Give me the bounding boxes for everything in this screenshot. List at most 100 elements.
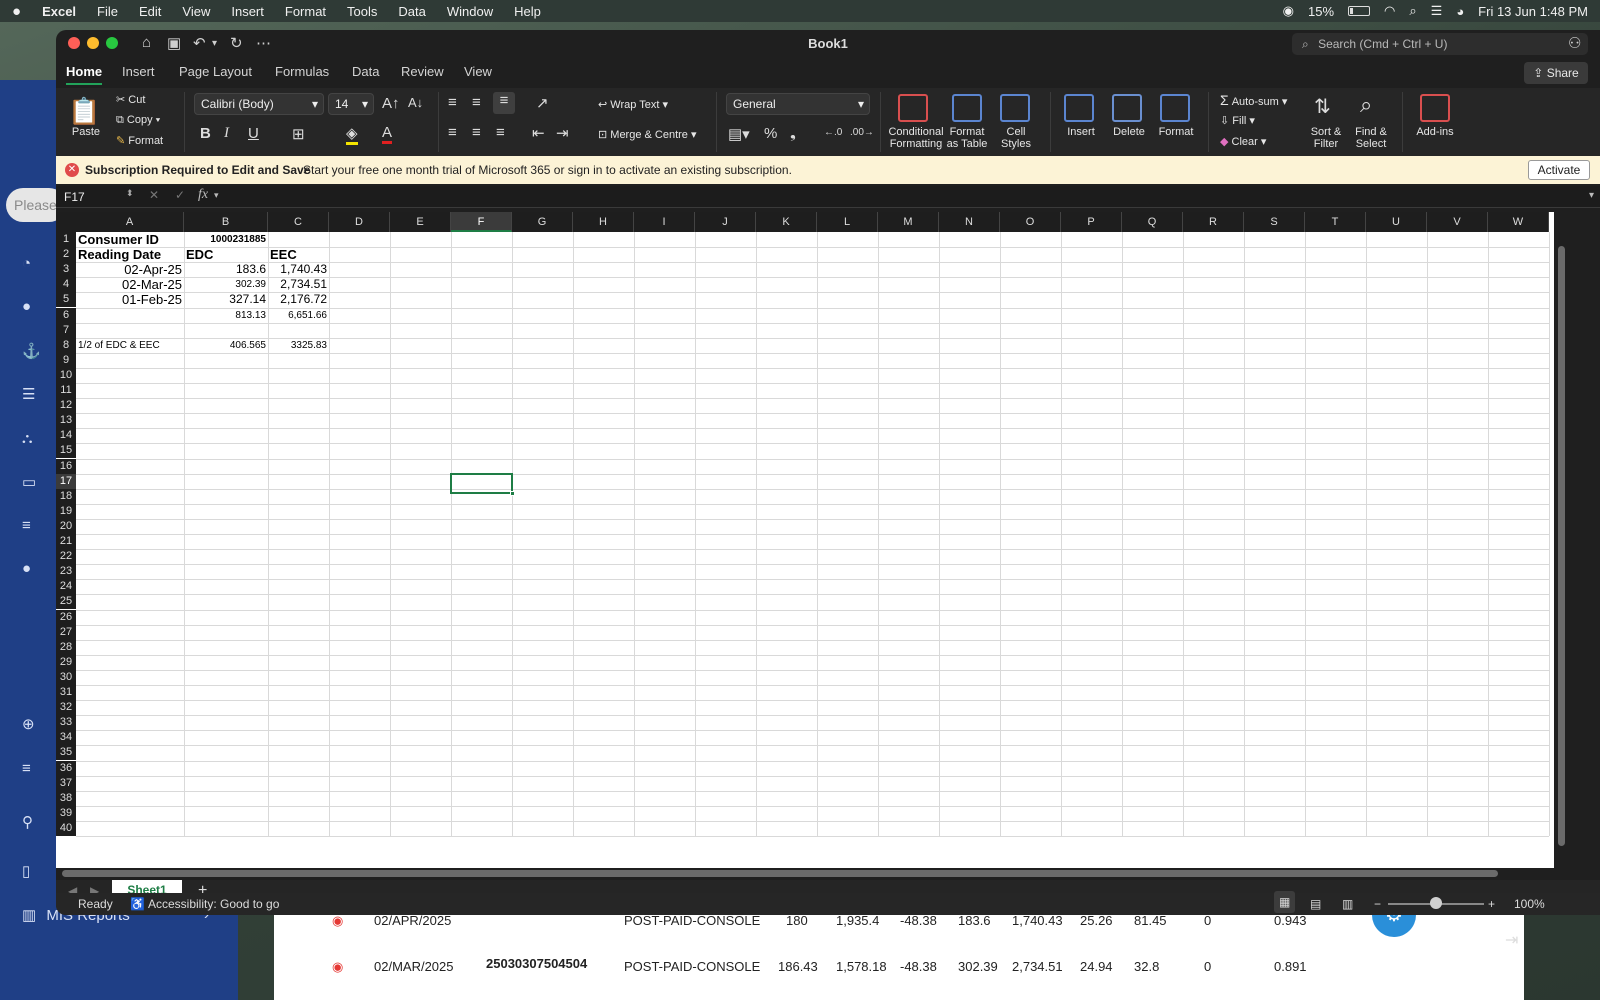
enter-icon[interactable]: ✓ xyxy=(175,188,185,202)
cell-c4[interactable]: 2,734.51 xyxy=(270,277,327,292)
horizontal-scroll-thumb[interactable] xyxy=(62,870,1498,877)
cell-c2[interactable]: EEC xyxy=(270,247,327,262)
column-header-u[interactable]: U xyxy=(1366,212,1427,232)
apple-icon[interactable]: ● xyxy=(12,3,21,20)
play-icon[interactable]: ◉ xyxy=(1283,3,1294,19)
find-select-button[interactable]: Find & Select xyxy=(1350,126,1392,150)
bold-button[interactable]: B xyxy=(200,125,211,142)
close-message-icon[interactable]: ✕ xyxy=(65,163,79,177)
row-header-28[interactable]: 28 xyxy=(56,639,76,655)
row-header-3[interactable]: 3 xyxy=(56,262,76,278)
column-header-j[interactable]: J xyxy=(695,212,756,232)
menu-app-name[interactable]: Excel xyxy=(42,4,76,19)
accessibility-status[interactable]: Accessibility: Good to go xyxy=(148,893,279,915)
column-header-e[interactable]: E xyxy=(390,212,451,232)
add-ins-icon[interactable] xyxy=(1420,94,1450,122)
tab-formulas[interactable]: Formulas xyxy=(275,64,329,79)
cell-a3[interactable]: 02-Apr-25 xyxy=(78,262,182,277)
tab-home[interactable]: Home xyxy=(66,64,103,85)
menu-file[interactable]: File xyxy=(97,4,118,19)
eye-icon[interactable]: ◉ xyxy=(332,913,343,929)
vertical-scroll-thumb[interactable] xyxy=(1558,246,1565,846)
fill-button[interactable]: ⇩ Fill ▾ xyxy=(1220,115,1255,127)
decrease-decimal-icon[interactable]: .00→ xyxy=(850,127,874,138)
number-format-select[interactable]: General ▾ xyxy=(726,93,870,115)
sort-filter-icon[interactable]: ⇅ xyxy=(1314,94,1331,119)
underline-button[interactable]: U xyxy=(248,125,259,142)
column-header-q[interactable]: Q xyxy=(1122,212,1183,232)
cell-b3[interactable]: 183.6 xyxy=(186,262,266,277)
delete-cells-icon[interactable] xyxy=(1112,94,1142,122)
clear-button[interactable]: ◆ Clear ▾ xyxy=(1220,136,1266,148)
siri-icon[interactable]: ◕ xyxy=(1456,4,1464,19)
insert-cells-button[interactable]: Insert xyxy=(1060,126,1102,138)
align-top-icon[interactable]: ≡ xyxy=(448,94,457,111)
cell-a5[interactable]: 01-Feb-25 xyxy=(78,292,182,307)
battery-icon[interactable] xyxy=(1348,6,1371,16)
tab-view[interactable]: View xyxy=(464,64,492,79)
increase-indent-icon[interactable]: ⇥ xyxy=(556,124,569,142)
row-header-27[interactable]: 27 xyxy=(56,624,76,640)
row-header-17[interactable]: 17 xyxy=(56,473,76,489)
add-ins-button[interactable]: Add-ins xyxy=(1412,126,1458,138)
row-header-24[interactable]: 24 xyxy=(56,579,76,595)
spotlight-icon[interactable]: ⌕ xyxy=(1409,3,1416,19)
cell-c8[interactable]: 3325.83 xyxy=(270,338,327,353)
row-header-14[interactable]: 14 xyxy=(56,428,76,444)
menu-tools[interactable]: Tools xyxy=(347,4,377,19)
spreadsheet-grid[interactable]: A B C D E F G H I J K L M N O P Q R S T U V W 1 2 3 4 5 6 7 8 9 10 11 12 13… xyxy=(56,212,1554,868)
paste-icon[interactable]: 📋 xyxy=(68,96,100,127)
row-header-36[interactable]: 36 xyxy=(56,760,76,776)
borders-icon[interactable]: ⊞ xyxy=(292,125,305,143)
row-header-1[interactable]: 1 xyxy=(56,232,76,248)
column-header-m[interactable]: M xyxy=(878,212,939,232)
delete-cells-button[interactable]: Delete xyxy=(1108,126,1150,138)
row-header-10[interactable]: 10 xyxy=(56,367,76,383)
column-header-a[interactable]: A xyxy=(76,212,184,232)
menu-help[interactable]: Help xyxy=(514,4,541,19)
copy-button[interactable]: ⧉ Copy ▾ xyxy=(116,114,160,126)
search-input[interactable]: ⌕ Search (Cmd + Ctrl + U) xyxy=(1292,33,1588,55)
tab-data[interactable]: Data xyxy=(352,64,379,79)
format-as-table-icon[interactable] xyxy=(952,94,982,122)
align-left-icon[interactable]: ≡ xyxy=(448,124,457,141)
column-header-p[interactable]: P xyxy=(1061,212,1122,232)
paste-button[interactable]: Paste xyxy=(70,126,102,138)
cancel-icon[interactable]: ✕ xyxy=(149,188,159,202)
row-header-19[interactable]: 19 xyxy=(56,503,76,519)
row-header-25[interactable]: 25 xyxy=(56,594,76,610)
chevron-down-icon[interactable]: ▾ xyxy=(214,190,219,201)
zoom-out-icon[interactable]: − xyxy=(1374,893,1381,915)
row-header-33[interactable]: 33 xyxy=(56,715,76,731)
row-header-22[interactable]: 22 xyxy=(56,549,76,565)
row-header-12[interactable]: 12 xyxy=(56,398,76,414)
column-header-k[interactable]: K xyxy=(756,212,817,232)
row-header-6[interactable]: 6 xyxy=(56,307,76,323)
orientation-icon[interactable]: ↗ xyxy=(536,94,549,112)
collaborate-icon[interactable]: ⚇ xyxy=(1568,34,1581,52)
row-header-29[interactable]: 29 xyxy=(56,654,76,670)
row-header-39[interactable]: 39 xyxy=(56,805,76,821)
zoom-slider-thumb[interactable] xyxy=(1430,897,1442,909)
tab-page-layout[interactable]: Page Layout xyxy=(179,64,252,79)
increase-font-icon[interactable]: A↑ xyxy=(382,95,400,112)
wifi-icon[interactable]: ◠ xyxy=(1384,3,1395,19)
name-box-stepper-icon[interactable]: ⬍ xyxy=(126,188,134,199)
italic-button[interactable]: I xyxy=(224,125,229,142)
vertical-scrollbar[interactable] xyxy=(1554,212,1600,852)
align-right-icon[interactable]: ≡ xyxy=(496,124,505,141)
row-header-7[interactable]: 7 xyxy=(56,322,76,338)
row-header-8[interactable]: 8 xyxy=(56,337,76,353)
row-header-40[interactable]: 40 xyxy=(56,820,76,836)
column-header-h[interactable]: H xyxy=(573,212,634,232)
cut-button[interactable]: ✂ Cut xyxy=(116,94,145,106)
column-header-b[interactable]: B xyxy=(184,212,268,232)
font-family-select[interactable]: Calibri (Body) ▾ xyxy=(194,93,324,115)
expand-formula-bar-icon[interactable]: ▾ xyxy=(1589,190,1594,201)
align-bottom-icon[interactable]: ≡ xyxy=(493,92,515,114)
row-header-16[interactable]: 16 xyxy=(56,458,76,474)
row-header-18[interactable]: 18 xyxy=(56,488,76,504)
tab-review[interactable]: Review xyxy=(401,64,444,79)
column-header-c[interactable]: C xyxy=(268,212,329,232)
share-button[interactable]: ⇪ Share xyxy=(1524,62,1588,84)
